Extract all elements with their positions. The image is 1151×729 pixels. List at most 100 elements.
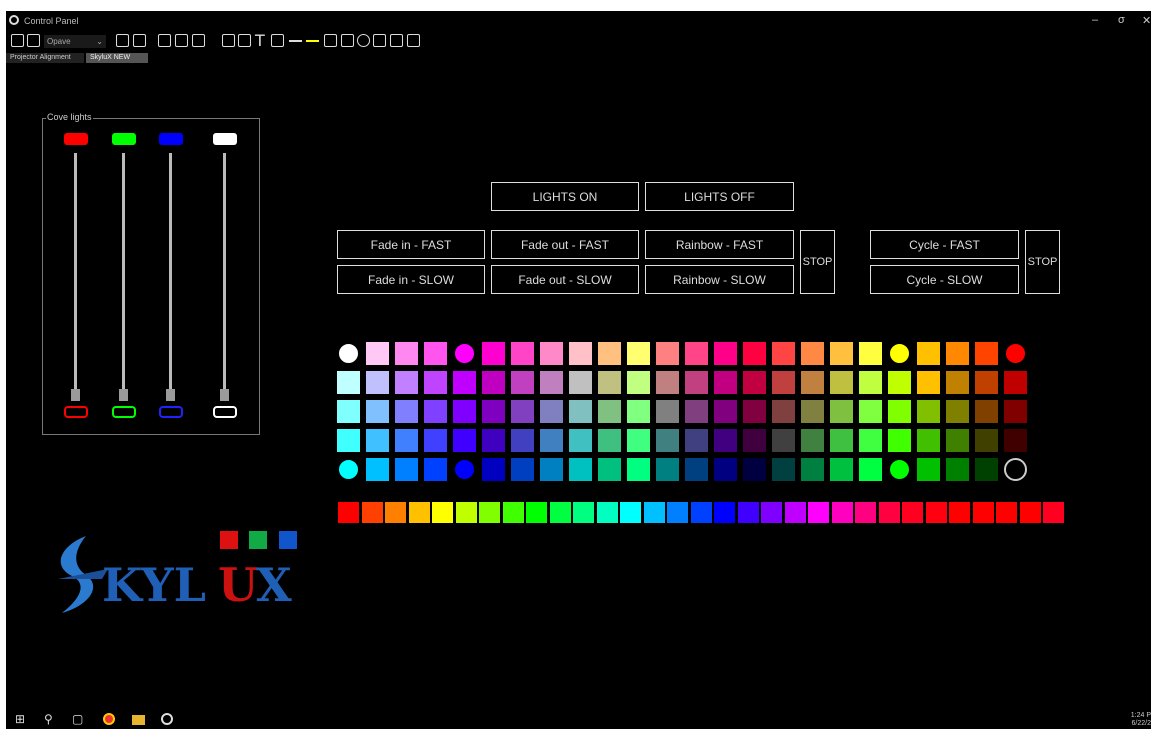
color-swatch[interactable] [888, 400, 911, 423]
color-swatch[interactable] [482, 342, 505, 365]
color-swatch[interactable] [685, 371, 708, 394]
rectangle-tool-icon[interactable] [341, 34, 354, 47]
color-swatch[interactable] [511, 400, 534, 423]
color-swatch[interactable] [743, 429, 766, 452]
color-swatch[interactable] [656, 371, 679, 394]
rainbow-swatch[interactable] [431, 501, 454, 524]
color-swatch[interactable] [656, 400, 679, 423]
color-swatch[interactable] [424, 429, 447, 452]
slider-thumb[interactable] [119, 389, 128, 401]
select-icon[interactable] [192, 34, 205, 47]
color-swatch[interactable] [627, 371, 650, 394]
rainbow-swatch[interactable] [830, 501, 854, 524]
color-swatch[interactable] [946, 371, 969, 394]
color-swatch[interactable] [482, 400, 505, 423]
color-swatch[interactable] [743, 400, 766, 423]
color-swatch[interactable] [453, 458, 476, 481]
slider-thumb[interactable] [220, 389, 229, 401]
color-swatch[interactable] [627, 342, 650, 365]
image-tool-icon[interactable] [390, 34, 403, 47]
rainbow-swatch[interactable] [548, 501, 572, 524]
color-swatch[interactable] [1004, 371, 1027, 394]
color-swatch[interactable] [395, 458, 418, 481]
color-swatch[interactable] [830, 342, 853, 365]
color-swatch[interactable] [830, 429, 853, 452]
color-swatch[interactable] [714, 429, 737, 452]
fade-out-slow-button[interactable]: Fade out - SLOW [491, 265, 639, 294]
color-swatch[interactable] [656, 342, 679, 365]
color-swatch[interactable] [627, 429, 650, 452]
color-swatch[interactable] [656, 458, 679, 481]
page-settings-icon[interactable] [133, 34, 146, 47]
button-tool-icon[interactable] [222, 34, 235, 47]
color-swatch[interactable] [598, 371, 621, 394]
color-swatch[interactable] [337, 458, 360, 481]
label-tool-icon[interactable] [271, 34, 284, 47]
color-swatch[interactable] [917, 458, 940, 481]
color-swatch[interactable] [975, 458, 998, 481]
rainbow-swatch[interactable] [995, 501, 1018, 524]
color-swatch[interactable] [337, 342, 360, 365]
rainbow-slow-button[interactable]: Rainbow - SLOW [645, 265, 794, 294]
color-swatch[interactable] [1004, 342, 1027, 365]
color-swatch[interactable] [366, 458, 389, 481]
color-swatch[interactable] [598, 458, 621, 481]
font-combo[interactable]: Opave ⌄ [44, 35, 106, 48]
color-swatch[interactable] [859, 342, 882, 365]
ellipse-tool-icon[interactable] [357, 34, 370, 47]
color-swatch[interactable] [743, 458, 766, 481]
color-swatch[interactable] [888, 342, 911, 365]
rainbow-swatch[interactable] [901, 501, 924, 524]
color-swatch[interactable] [859, 429, 882, 452]
search-icon[interactable]: ⚲ [44, 712, 53, 726]
rainbow-swatch[interactable] [948, 501, 971, 524]
color-swatch[interactable] [366, 400, 389, 423]
table-tool-icon[interactable] [407, 34, 420, 47]
close-button[interactable]: ✕ [1142, 14, 1151, 27]
rainbow-swatch[interactable] [501, 501, 525, 524]
color-swatch[interactable] [888, 429, 911, 452]
color-swatch[interactable] [714, 458, 737, 481]
color-swatch[interactable] [424, 400, 447, 423]
color-swatch[interactable] [685, 429, 708, 452]
control-panel-taskbar-icon[interactable] [161, 713, 173, 725]
color-swatch[interactable] [540, 429, 563, 452]
cycle-fast-button[interactable]: Cycle - FAST [870, 230, 1019, 259]
textbox-tool-icon[interactable] [238, 34, 251, 47]
color-swatch[interactable] [685, 400, 708, 423]
color-swatch[interactable] [1004, 429, 1027, 452]
rainbow-swatch[interactable] [877, 501, 901, 524]
rainbow-swatch[interactable] [854, 501, 877, 524]
color-swatch[interactable] [424, 371, 447, 394]
color-swatch[interactable] [859, 371, 882, 394]
stop-effects-button[interactable]: STOP [800, 230, 835, 294]
color-swatch[interactable] [830, 458, 853, 481]
rainbow-swatch[interactable] [713, 501, 736, 524]
color-swatch[interactable] [569, 342, 592, 365]
task-view-icon[interactable]: ▢ [72, 712, 83, 726]
color-swatch[interactable] [975, 342, 998, 365]
red-slider[interactable] [62, 130, 92, 430]
rainbow-swatch[interactable] [783, 501, 807, 524]
color-swatch[interactable] [714, 342, 737, 365]
tab-skylux-new[interactable]: SkyluX NEW [86, 53, 148, 63]
blue-slider[interactable] [157, 130, 187, 430]
white-slider[interactable] [211, 130, 241, 430]
color-swatch[interactable] [366, 342, 389, 365]
rainbow-swatch[interactable] [407, 501, 431, 524]
color-swatch[interactable] [859, 400, 882, 423]
color-swatch[interactable] [569, 400, 592, 423]
color-swatch[interactable] [424, 342, 447, 365]
color-swatch[interactable] [569, 371, 592, 394]
color-swatch[interactable] [453, 371, 476, 394]
grid-icon[interactable] [158, 34, 171, 47]
color-swatch[interactable] [946, 400, 969, 423]
rainbow-swatch[interactable] [807, 501, 830, 524]
rainbow-swatch[interactable] [454, 501, 478, 524]
color-swatch[interactable] [772, 342, 795, 365]
color-swatch[interactable] [946, 458, 969, 481]
slider-tool-icon[interactable] [306, 34, 319, 47]
color-swatch[interactable] [801, 458, 824, 481]
color-swatch[interactable] [888, 458, 911, 481]
slider-thumb[interactable] [166, 389, 175, 401]
